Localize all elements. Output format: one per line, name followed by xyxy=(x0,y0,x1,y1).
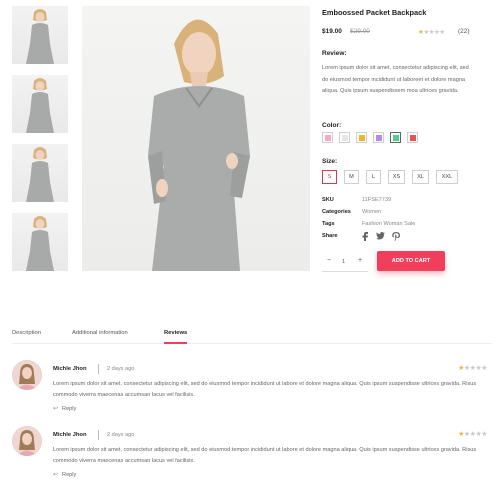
rating-count: (22) xyxy=(458,28,470,35)
product-tabs: Description Additional information Revie… xyxy=(12,330,492,344)
thumbnail-2[interactable] xyxy=(12,75,68,133)
color-swatch-green[interactable] xyxy=(390,132,401,143)
divider xyxy=(98,364,99,374)
sku-value: 11FSE7739 xyxy=(362,197,392,203)
size-option-l[interactable]: L xyxy=(366,170,381,184)
reply-arrow-icon: ↩ xyxy=(53,406,59,412)
reply-label: Reply xyxy=(62,472,77,478)
review-rating-stars: ★★★★★ xyxy=(458,364,487,372)
add-to-cart-button[interactable]: ADD TO CART xyxy=(377,251,445,271)
sku-label: SKU xyxy=(322,197,334,203)
categories-row: Categories Women xyxy=(322,209,482,219)
review-item: Michle Jhon 2 days ago ★★★★★ Lorem ipsum… xyxy=(12,426,492,480)
size-option-m[interactable]: M xyxy=(344,170,359,184)
reply-button[interactable]: ↩ Reply xyxy=(53,471,76,478)
size-option-xl[interactable]: XL xyxy=(412,170,429,184)
old-price: $29.00 xyxy=(350,28,370,35)
categories-label: Categories xyxy=(322,209,351,215)
review-text: Lorem ipsum dolor sit amet, consectetur … xyxy=(322,65,469,94)
review-body: Lorem ipsum dolor sit amet, consectetur … xyxy=(53,381,477,398)
model-figure-icon xyxy=(26,216,54,271)
tab-additional-information[interactable]: Additional information xyxy=(72,330,128,336)
review-date: 2 days ago xyxy=(107,432,135,438)
color-swatch-purple[interactable] xyxy=(373,132,384,143)
product-rating-stars: ★★★★★ xyxy=(418,28,445,36)
quantity-stepper: − 1 + xyxy=(322,254,368,272)
reply-label: Reply xyxy=(62,406,77,412)
user-avatar-icon xyxy=(12,360,42,390)
review-body: Lorem ipsum dolor sit amet, consectetur … xyxy=(53,447,477,464)
quantity-increase-button[interactable]: + xyxy=(358,257,362,264)
avatar xyxy=(12,426,42,456)
tab-description[interactable]: Description xyxy=(12,330,41,336)
model-figure-icon xyxy=(26,78,54,133)
facebook-icon[interactable] xyxy=(362,232,368,241)
thumbnail-3[interactable] xyxy=(12,144,68,202)
quantity-decrease-button[interactable]: − xyxy=(327,257,331,264)
quantity-value[interactable]: 1 xyxy=(342,259,345,265)
pinterest-icon[interactable] xyxy=(392,232,400,241)
share-label: Share xyxy=(322,233,338,239)
tags-value[interactable]: Fashion Woman Sale xyxy=(362,221,415,227)
reviewer-name: Michle Jhon xyxy=(53,366,87,372)
star-empty-icon: ★ xyxy=(439,29,445,36)
review-label: Review: xyxy=(322,50,347,57)
star-empty-icon: ★ xyxy=(481,365,487,372)
tab-reviews[interactable]: Reviews xyxy=(164,330,188,344)
reply-button[interactable]: ↩ Reply xyxy=(53,405,76,412)
user-avatar-icon xyxy=(12,426,42,456)
thumbnail-4[interactable] xyxy=(12,213,68,271)
color-swatch-pink[interactable] xyxy=(322,132,333,143)
review-rating-stars: ★★★★★ xyxy=(458,430,487,438)
tags-row: Tags Fashion Woman Sale xyxy=(322,221,482,231)
product-title: Emboossed Packet Backpack xyxy=(322,8,427,17)
review-item: Michle Jhon 2 days ago ★★★★★ Lorem ipsum… xyxy=(12,360,492,414)
reviewer-name: Michle Jhon xyxy=(53,432,87,438)
size-option-s[interactable]: S xyxy=(322,170,337,184)
model-figure-icon xyxy=(26,9,54,64)
avatar xyxy=(12,360,42,390)
review-date: 2 days ago xyxy=(107,366,135,372)
sku-row: SKU 11FSE7739 xyxy=(322,197,482,207)
twitter-icon[interactable] xyxy=(376,232,385,240)
product-details: Emboossed Packet Backpack $19.00 $29.00 … xyxy=(322,8,492,272)
share-row: Share xyxy=(322,232,482,243)
model-figure-icon xyxy=(26,147,54,202)
price: $19.00 xyxy=(322,28,342,35)
color-label: Color: xyxy=(322,122,342,129)
tags-label: Tags xyxy=(322,221,335,227)
categories-value[interactable]: Women xyxy=(362,209,381,215)
reply-arrow-icon: ↩ xyxy=(53,472,59,478)
divider xyxy=(98,430,99,440)
thumbnail-1[interactable] xyxy=(12,6,68,64)
color-swatch-red[interactable] xyxy=(407,132,418,143)
color-swatch-orange[interactable] xyxy=(356,132,367,143)
model-figure-icon xyxy=(148,19,250,271)
product-main-image xyxy=(82,6,310,271)
size-label: Size: xyxy=(322,158,338,165)
price-row: $19.00 $29.00 ★★★★★ (22) xyxy=(322,28,472,38)
size-option-xs[interactable]: XS xyxy=(388,170,405,184)
size-option-xxl[interactable]: XXL xyxy=(436,170,458,184)
thumbnail-gallery xyxy=(12,6,68,282)
color-swatch-light-gray[interactable] xyxy=(339,132,350,143)
star-empty-icon: ★ xyxy=(481,431,487,438)
